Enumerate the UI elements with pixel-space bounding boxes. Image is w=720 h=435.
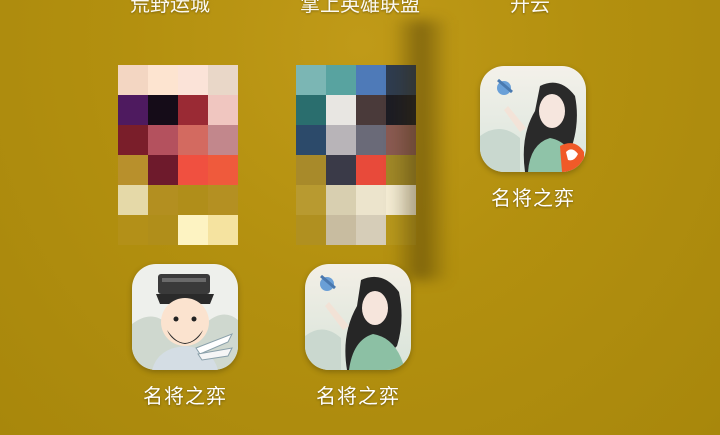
mingjiang-official-icon bbox=[132, 264, 238, 370]
mosaic-tile bbox=[326, 125, 356, 155]
mosaic-tile bbox=[118, 215, 148, 245]
mosaic-tile bbox=[356, 125, 386, 155]
app-label: 名将之弈 bbox=[143, 384, 227, 408]
app-label-top-3[interactable]: 开云 bbox=[430, 0, 630, 17]
mosaic-tile bbox=[296, 65, 326, 95]
mosaic-tile bbox=[208, 155, 238, 185]
mosaic-tile bbox=[356, 185, 386, 215]
mingjiang-woman-icon bbox=[305, 264, 411, 370]
mosaic-tile bbox=[178, 65, 208, 95]
mingjiang-woman-icon bbox=[480, 66, 586, 172]
app-mingjiang-3[interactable]: 名将之弈 bbox=[283, 264, 433, 409]
mosaic-tile bbox=[296, 155, 326, 185]
mosaic-tile bbox=[148, 185, 178, 215]
mosaic-tile bbox=[208, 65, 238, 95]
mosaic-tile bbox=[326, 65, 356, 95]
mosaic-tile bbox=[118, 95, 148, 125]
mosaic-tile bbox=[118, 185, 148, 215]
mosaic-tile bbox=[178, 125, 208, 155]
mosaic-tile bbox=[178, 185, 208, 215]
mosaic-tile bbox=[178, 95, 208, 125]
mosaic-tile bbox=[118, 65, 148, 95]
app-label-top-1[interactable]: 荒野运城 bbox=[70, 0, 270, 17]
mosaic-tile bbox=[118, 155, 148, 185]
mosaic-tile bbox=[178, 155, 208, 185]
mosaic-tile bbox=[208, 215, 238, 245]
mosaic-tile bbox=[296, 95, 326, 125]
mosaic-tile bbox=[118, 125, 148, 155]
mosaic-tile bbox=[208, 95, 238, 125]
mosaic-tile bbox=[148, 125, 178, 155]
mosaic-tile bbox=[326, 155, 356, 185]
app-label: 名将之弈 bbox=[316, 384, 400, 408]
pixelated-icon-left[interactable] bbox=[118, 65, 238, 245]
mosaic-tile bbox=[296, 185, 326, 215]
mosaic-tile bbox=[326, 215, 356, 245]
app-mingjiang-2[interactable]: 名将之弈 bbox=[110, 264, 260, 409]
mosaic-tile bbox=[296, 215, 326, 245]
mosaic-tile bbox=[148, 215, 178, 245]
app-label: 名将之弈 bbox=[491, 186, 575, 210]
mosaic-tile bbox=[296, 125, 326, 155]
mosaic-tile bbox=[208, 125, 238, 155]
mosaic-tile bbox=[326, 185, 356, 215]
mosaic-tile bbox=[148, 95, 178, 125]
mosaic-tile bbox=[178, 215, 208, 245]
mosaic-tile bbox=[148, 65, 178, 95]
mosaic-tile bbox=[326, 95, 356, 125]
mosaic-tile bbox=[356, 155, 386, 185]
mosaic-tile bbox=[356, 215, 386, 245]
app-mingjiang-1[interactable]: 名将之弈 bbox=[458, 66, 608, 211]
mosaic-tile bbox=[356, 65, 386, 95]
folder-edge-shadow bbox=[392, 20, 450, 280]
mosaic-tile bbox=[148, 155, 178, 185]
mosaic-tile bbox=[356, 95, 386, 125]
mosaic-tile bbox=[208, 185, 238, 215]
